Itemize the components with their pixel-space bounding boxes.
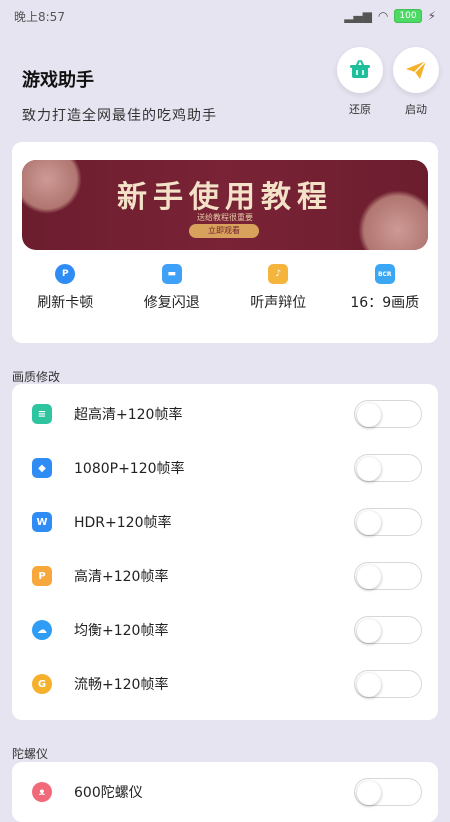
tools-card: 新手使用教程 送给教程很重要 立即观看 P 刷新卡顿 ▬ 修复闪退 ♪ 听声辩位…: [12, 142, 438, 343]
quality-row-label: HDR+120帧率: [74, 515, 172, 531]
quality-row-label: 高清+120帧率: [74, 569, 169, 585]
toggle-knob: [357, 403, 381, 427]
toggle-knob: [357, 565, 381, 589]
tutorial-banner[interactable]: 新手使用教程 送给教程很重要 立即观看: [22, 160, 428, 250]
sound-icon: ♪: [268, 264, 289, 284]
wifi-icon: ◠: [377, 9, 389, 23]
charging-icon: ⚡: [427, 9, 436, 23]
quick-16-9-quality[interactable]: BCR 16：9画质: [332, 264, 439, 312]
banner-watch-button[interactable]: 立即观看: [189, 224, 259, 238]
battery-icon: 100: [394, 9, 422, 23]
quality-row: P 高清+120帧率: [12, 549, 438, 603]
status-icons: ▂▄▆ ◠ 100 ⚡: [344, 9, 436, 23]
quality-toggle[interactable]: [354, 400, 422, 428]
toggle-knob: [357, 781, 381, 805]
quality-toggle[interactable]: [354, 670, 422, 698]
toggle-knob: [357, 511, 381, 535]
quality-row-label: 流畅+120帧率: [74, 677, 169, 693]
banner-title: 新手使用教程: [117, 180, 333, 215]
quick-sound-locate[interactable]: ♪ 听声辩位: [225, 264, 332, 312]
quality-toggle[interactable]: [354, 616, 422, 644]
quality-toggle[interactable]: [354, 508, 422, 536]
section-title-gyro: 陀螺仪: [12, 747, 49, 761]
layers-icon: ◆: [32, 458, 52, 478]
quick-refresh-lag[interactable]: P 刷新卡顿: [12, 264, 119, 312]
gyro-icon: ᴥ: [32, 782, 52, 802]
section-title-quality: 画质修改: [12, 370, 61, 384]
status-bar: 晚上8:57 ▂▄▆ ◠ 100 ⚡: [0, 0, 450, 32]
uhd-icon: ≡: [32, 404, 52, 424]
p-icon: P: [32, 566, 52, 586]
quick-label: 修复闪退: [143, 295, 200, 311]
quick-label: 听声辩位: [250, 295, 307, 311]
gyro-toggle[interactable]: [354, 778, 422, 806]
quality-row: G 流畅+120帧率: [12, 657, 438, 711]
page-title: 游戏助手: [22, 70, 94, 91]
cloud-icon: ☁: [32, 620, 52, 640]
page-subtitle: 致力打造全网最佳的吃鸡助手: [22, 108, 217, 124]
quick-fix-crash[interactable]: ▬ 修复闪退: [119, 264, 226, 312]
launch-label: 启动: [405, 103, 427, 116]
quality-row: ≡ 超高清+120帧率: [12, 387, 438, 441]
gyro-row-label: 600陀螺仪: [74, 785, 143, 801]
gyro-card: ᴥ 600陀螺仪: [12, 762, 438, 822]
quick-label: 16：9画质: [350, 295, 420, 311]
quality-row-label: 1080P+120帧率: [74, 461, 185, 477]
basket-icon: [337, 47, 383, 93]
quality-card: ≡ 超高清+120帧率 ◆ 1080P+120帧率 W HDR+120帧率 P …: [12, 384, 438, 720]
quality-row: W HDR+120帧率: [12, 495, 438, 549]
repair-icon: ▬: [161, 264, 182, 284]
status-time: 晚上8:57: [14, 9, 65, 24]
g-icon: G: [32, 674, 52, 694]
toggle-knob: [357, 619, 381, 643]
restore-label: 还原: [349, 103, 371, 116]
signal-icon: ▂▄▆: [344, 9, 372, 23]
ratio-icon: BCR: [374, 264, 395, 284]
quick-actions: P 刷新卡顿 ▬ 修复闪退 ♪ 听声辩位 BCR 16：9画质: [12, 264, 438, 312]
toggle-knob: [357, 673, 381, 697]
quality-toggle[interactable]: [354, 562, 422, 590]
quality-row-label: 超高清+120帧率: [74, 407, 183, 423]
quality-row: ☁ 均衡+120帧率: [12, 603, 438, 657]
toggle-knob: [357, 457, 381, 481]
quality-toggle[interactable]: [354, 454, 422, 482]
gyro-row: ᴥ 600陀螺仪: [12, 765, 438, 819]
paper-plane-icon: [393, 47, 439, 93]
launch-button[interactable]: 启动: [391, 47, 441, 117]
refresh-icon: P: [55, 264, 76, 284]
quality-row: ◆ 1080P+120帧率: [12, 441, 438, 495]
w-icon: W: [32, 512, 52, 532]
quality-row-label: 均衡+120帧率: [74, 623, 169, 639]
restore-button[interactable]: 还原: [335, 47, 385, 117]
quick-label: 刷新卡顿: [37, 295, 94, 311]
banner-subtitle: 送给教程很重要: [197, 213, 253, 222]
